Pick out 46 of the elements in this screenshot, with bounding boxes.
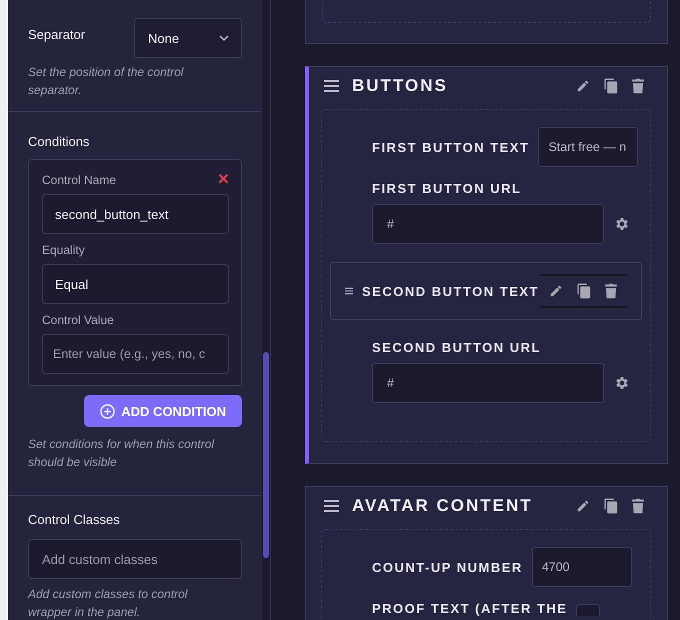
help-text: Add custom classes to control wrapper in the panel. <box>28 586 189 620</box>
pencil-icon[interactable] <box>576 79 590 93</box>
copy-icon[interactable] <box>603 78 618 94</box>
trash-icon[interactable] <box>631 498 645 514</box>
field-label: FIRST BUTTON TEXT <box>372 140 530 154</box>
field-label: FIRST BUTTON URL <box>372 181 522 196</box>
settings-icon[interactable] <box>614 375 630 391</box>
separator-select[interactable]: None <box>134 18 242 58</box>
drag-handle-icon[interactable] <box>324 80 339 92</box>
pencil-icon[interactable] <box>549 284 563 298</box>
scrollbar-thumb[interactable] <box>263 352 269 558</box>
input-field[interactable]: Equal <box>42 264 229 304</box>
input-field[interactable]: Add custom classes <box>28 539 242 579</box>
field-label: SECOND BUTTON URL <box>372 340 542 355</box>
drag-handle-icon[interactable] <box>345 285 353 297</box>
input-field[interactable]: Enter value (e.g., yes, no, c <box>42 334 229 374</box>
field-label: SECOND BUTTON TEXT <box>362 284 539 298</box>
input-field[interactable]: # <box>372 363 604 403</box>
field-label: Control Value <box>42 313 114 327</box>
plus-circle-icon <box>100 404 116 418</box>
help-text: Set the position of the control separator. <box>28 64 185 99</box>
trash-icon[interactable] <box>604 283 618 299</box>
card-title: BUTTONS <box>352 76 449 96</box>
copy-icon[interactable] <box>603 498 618 514</box>
input-field[interactable]: Start free — n <box>538 127 638 167</box>
field-label: Separator <box>28 26 86 42</box>
field-label: Equality <box>42 243 85 257</box>
copy-icon[interactable] <box>576 283 591 299</box>
chevron-down-icon <box>219 35 229 41</box>
add-condition-button[interactable]: ADD CONDITION <box>84 395 242 427</box>
remove-button[interactable]: × <box>218 172 229 188</box>
input-field[interactable]: 4700 <box>532 547 632 587</box>
field-label: COUNT-UP NUMBER <box>372 560 523 574</box>
input-field[interactable]: # <box>372 204 604 244</box>
drag-handle-icon[interactable] <box>324 500 339 512</box>
trash-icon[interactable] <box>631 78 645 94</box>
input-field[interactable] <box>576 604 600 616</box>
help-text: Set conditions for when this control should be visible <box>28 436 216 471</box>
card-title: AVATAR CONTENT <box>352 496 534 516</box>
pencil-icon[interactable] <box>576 499 590 513</box>
section-label: Control Classes <box>28 511 121 527</box>
field-label: Control Name <box>42 173 116 187</box>
section-label: Conditions <box>28 133 90 149</box>
settings-icon[interactable] <box>614 216 630 232</box>
field-label: PROOF TEXT (AFTER THE <box>372 601 568 616</box>
input-field[interactable]: second_button_text <box>42 194 229 234</box>
